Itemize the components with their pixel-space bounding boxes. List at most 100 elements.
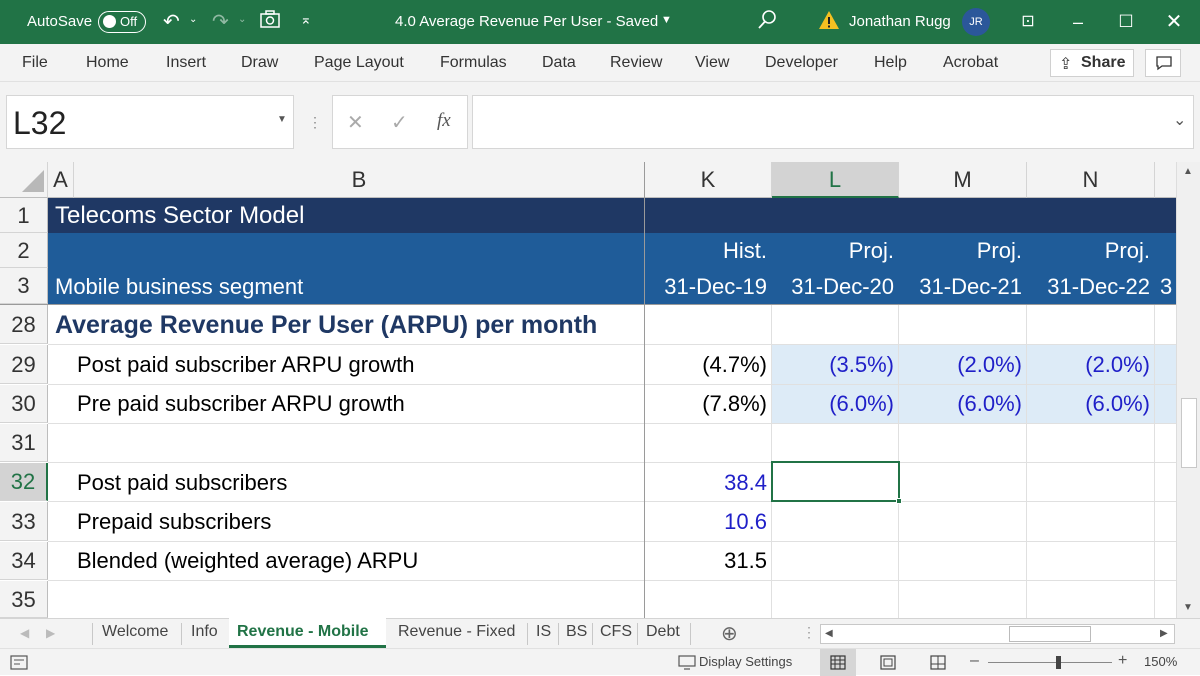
insert-function-icon[interactable]: fx: [437, 110, 451, 132]
scroll-down-icon[interactable]: ▼: [1183, 602, 1193, 613]
tab-splitter-icon[interactable]: ⋮: [802, 624, 816, 641]
row-header[interactable]: 2: [0, 233, 48, 268]
column-header-partial[interactable]: [1155, 162, 1176, 198]
row-header[interactable]: 30: [0, 385, 48, 423]
row-header[interactable]: 34: [0, 542, 48, 580]
accessibility-icon[interactable]: [10, 655, 28, 670]
column-header-a[interactable]: A: [48, 162, 74, 198]
select-all-corner[interactable]: [0, 162, 48, 198]
tab-formulas[interactable]: Formulas: [440, 54, 507, 72]
expand-formula-bar-icon[interactable]: ⌄: [1173, 110, 1186, 130]
formula-input[interactable]: ⌄: [472, 95, 1194, 149]
zoom-out-icon[interactable]: –: [970, 652, 979, 670]
user-name[interactable]: Jonathan Rugg: [849, 13, 951, 30]
hist-input-value[interactable]: 38.4: [645, 470, 767, 496]
avatar[interactable]: JR: [962, 8, 990, 36]
name-box[interactable]: L32 ▼: [6, 95, 294, 149]
page-layout-view-icon[interactable]: [880, 655, 896, 670]
fill-handle[interactable]: [896, 498, 902, 504]
period-type-l[interactable]: Proj.: [772, 238, 894, 264]
maximize-icon[interactable]: ☐: [1112, 8, 1140, 36]
column-header-l[interactable]: L: [772, 162, 899, 198]
tab-page-layout[interactable]: Page Layout: [314, 54, 404, 72]
model-title[interactable]: Telecoms Sector Model: [55, 202, 304, 230]
tab-draw[interactable]: Draw: [241, 54, 278, 72]
sheet-tab-cfs[interactable]: CFS: [600, 623, 632, 641]
hist-input-value[interactable]: 10.6: [645, 509, 767, 535]
input-value[interactable]: (6.0%): [1027, 391, 1150, 417]
period-date-l[interactable]: 31-Dec-20: [772, 274, 894, 300]
row-header[interactable]: 31: [0, 424, 48, 462]
search-icon[interactable]: [756, 8, 778, 36]
tab-help[interactable]: Help: [874, 54, 907, 72]
scroll-left-icon[interactable]: ◀: [825, 628, 833, 639]
tab-acrobat[interactable]: Acrobat: [943, 54, 998, 72]
tab-data[interactable]: Data: [542, 54, 576, 72]
undo-dropdown-icon[interactable]: ⌄: [189, 14, 197, 25]
row-header[interactable]: 28: [0, 305, 48, 344]
row-header[interactable]: 35: [0, 581, 48, 618]
column-header-m[interactable]: M: [899, 162, 1027, 198]
input-value[interactable]: (2.0%): [1027, 352, 1150, 378]
tab-file[interactable]: File: [22, 54, 48, 72]
tab-insert[interactable]: Insert: [166, 54, 206, 72]
redo-dropdown-icon[interactable]: ⌄: [238, 14, 246, 25]
close-icon[interactable]: ✕: [1160, 8, 1188, 36]
zoom-slider-thumb[interactable]: [1056, 656, 1061, 669]
sheet-tab-welcome[interactable]: Welcome: [102, 623, 168, 641]
hscroll-thumb[interactable]: [1009, 626, 1091, 642]
normal-view-button[interactable]: [820, 649, 856, 676]
add-sheet-icon[interactable]: ⊕: [721, 621, 738, 646]
cancel-icon[interactable]: ✕: [347, 110, 364, 135]
enter-icon[interactable]: ✓: [391, 110, 408, 135]
display-settings-icon[interactable]: [678, 655, 696, 670]
input-value[interactable]: (6.0%): [899, 391, 1022, 417]
column-header-k[interactable]: K: [645, 162, 772, 198]
row-label[interactable]: Pre paid subscriber ARPU growth: [77, 391, 405, 417]
row-label[interactable]: Blended (weighted average) ARPU: [77, 548, 418, 574]
active-cell[interactable]: [771, 461, 900, 502]
prev-sheet-icon[interactable]: ◀: [20, 626, 29, 640]
tab-developer[interactable]: Developer: [765, 54, 838, 72]
period-date-n[interactable]: 31-Dec-22: [1027, 274, 1150, 300]
row-header[interactable]: 29: [0, 345, 48, 384]
column-header-n[interactable]: N: [1027, 162, 1155, 198]
scroll-thumb[interactable]: [1181, 398, 1197, 468]
autosave-toggle[interactable]: Off: [98, 11, 146, 33]
ribbon-display-options-icon[interactable]: ⊡: [1014, 8, 1042, 36]
undo-icon[interactable]: ↶: [163, 9, 180, 34]
document-title[interactable]: 4.0 Average Revenue Per User - Saved: [395, 13, 658, 30]
sheet-tab-bs[interactable]: BS: [566, 623, 587, 641]
page-break-view-icon[interactable]: [930, 655, 946, 670]
zoom-in-icon[interactable]: +: [1118, 652, 1127, 670]
sheet-tab-revenue-fixed[interactable]: Revenue - Fixed: [398, 623, 515, 641]
title-dropdown-icon[interactable]: ▼: [661, 14, 672, 26]
sheet-tab-is[interactable]: IS: [536, 623, 551, 641]
name-box-dropdown-icon[interactable]: ▼: [277, 114, 287, 125]
hist-value[interactable]: 31.5: [645, 548, 767, 574]
sheet-tab-info[interactable]: Info: [191, 623, 218, 641]
period-type-n[interactable]: Proj.: [1027, 238, 1150, 264]
horizontal-scrollbar[interactable]: ◀ ▶: [820, 624, 1175, 644]
period-date-m[interactable]: 31-Dec-21: [899, 274, 1022, 300]
camera-icon[interactable]: [259, 9, 281, 33]
row-label[interactable]: Prepaid subscribers: [77, 509, 271, 535]
formula-bar-grip-icon[interactable]: ⋮: [308, 114, 322, 131]
share-button[interactable]: ⇪ Share: [1050, 49, 1134, 77]
zoom-slider-track[interactable]: [988, 662, 1112, 663]
scroll-up-icon[interactable]: ▲: [1183, 166, 1193, 177]
redo-icon[interactable]: ↷: [212, 9, 229, 34]
comments-button[interactable]: [1145, 49, 1181, 77]
tab-home[interactable]: Home: [86, 54, 129, 72]
hist-value[interactable]: (7.8%): [645, 391, 767, 417]
scroll-right-icon[interactable]: ▶: [1160, 628, 1168, 639]
minimize-icon[interactable]: –: [1064, 8, 1092, 36]
column-header-b[interactable]: B: [74, 162, 645, 198]
period-type-m[interactable]: Proj.: [899, 238, 1022, 264]
zoom-level[interactable]: 150%: [1144, 654, 1177, 669]
next-sheet-icon[interactable]: ▶: [46, 626, 55, 640]
row-header[interactable]: 33: [0, 502, 48, 541]
period-type-k[interactable]: Hist.: [645, 238, 767, 264]
tab-review[interactable]: Review: [610, 54, 662, 72]
worksheet-grid[interactable]: A B K L M N 1 2 3 28 29 30 31 32 33 34 3…: [0, 162, 1176, 618]
